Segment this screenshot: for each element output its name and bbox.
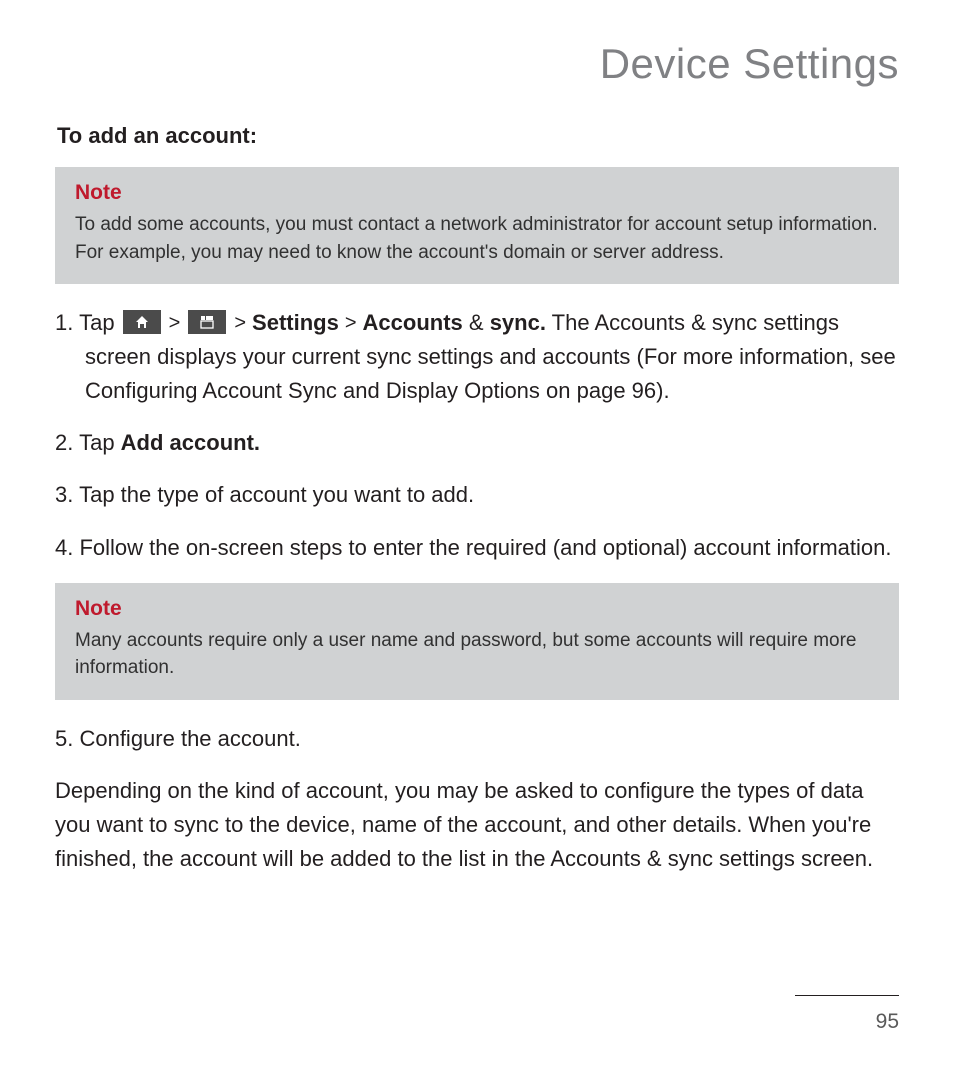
step-3: Tap the type of account you want to add.: [55, 478, 899, 512]
note-body: Many accounts require only a user name a…: [75, 627, 879, 682]
step2-pre: Tap: [79, 430, 121, 455]
amp: &: [463, 310, 490, 335]
note-label: Note: [75, 597, 879, 621]
breadcrumb-accounts: Accounts: [363, 310, 463, 335]
step1-pre: Tap: [79, 310, 121, 335]
step2-bold: Add account.: [121, 430, 260, 455]
step-5: 5. Configure the account.: [55, 722, 899, 756]
section-heading: To add an account:: [57, 123, 899, 149]
home-button-icon: [123, 310, 161, 334]
note-label: Note: [75, 181, 879, 205]
breadcrumb-sep: >: [169, 312, 181, 334]
closing-paragraph: Depending on the kind of account, you ma…: [55, 774, 899, 876]
steps-list: Tap >>Settings>Accounts & sync. The Acco…: [55, 306, 899, 565]
page-number: 95: [876, 1010, 899, 1034]
footer-rule: [795, 995, 899, 996]
note-box-1: Note To add some accounts, you must cont…: [55, 167, 899, 284]
step-4: Follow the on-screen steps to enter the …: [55, 531, 899, 565]
note-box-2: Note Many accounts require only a user n…: [55, 583, 899, 700]
step-1: Tap >>Settings>Accounts & sync. The Acco…: [55, 306, 899, 408]
breadcrumb-sep: >: [345, 312, 357, 334]
apps-button-icon: [188, 310, 226, 334]
note-body: To add some accounts, you must contact a…: [75, 211, 879, 266]
manual-page: Device Settings To add an account: Note …: [0, 0, 954, 1074]
breadcrumb-settings: Settings: [252, 310, 339, 335]
breadcrumb-sync: sync.: [490, 310, 546, 335]
page-title: Device Settings: [55, 40, 899, 88]
breadcrumb-sep: >: [234, 312, 246, 334]
step-2: Tap Add account.: [55, 426, 899, 460]
